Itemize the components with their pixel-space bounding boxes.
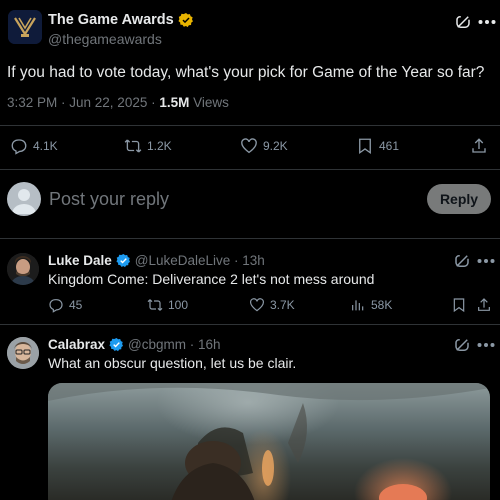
divider bbox=[0, 125, 500, 126]
tweet-views-label: Views bbox=[189, 95, 229, 110]
grok-button[interactable] bbox=[453, 252, 471, 270]
share-button[interactable] bbox=[476, 297, 492, 313]
views-count: 58K bbox=[371, 298, 393, 312]
share-icon bbox=[478, 298, 490, 311]
grok-button[interactable] bbox=[454, 13, 472, 31]
comment-header: Luke Dale @LukeDaleLive · 13h bbox=[48, 253, 265, 268]
tweet-view-count: 1.5M bbox=[159, 95, 190, 110]
grok-button[interactable] bbox=[453, 336, 471, 354]
repost-count: 1.2K bbox=[147, 139, 172, 153]
views-button[interactable]: 58K bbox=[350, 297, 392, 313]
share-icon bbox=[472, 138, 486, 153]
views-icon bbox=[352, 300, 364, 311]
grok-icon bbox=[455, 255, 469, 267]
more-icon bbox=[478, 20, 496, 24]
repost-button[interactable]: 1.2K bbox=[124, 137, 172, 155]
comment-media-image[interactable] bbox=[48, 383, 490, 500]
verified-badge-icon bbox=[178, 13, 193, 28]
verified-badge-icon bbox=[109, 337, 124, 352]
reply-count: 45 bbox=[69, 298, 83, 312]
divider bbox=[0, 238, 500, 239]
bookmark-icon bbox=[359, 138, 371, 155]
bookmark-button[interactable]: 461 bbox=[356, 137, 399, 155]
tweet-meta: 3:32 PM · Jun 22, 2025 · 1.5M Views bbox=[7, 95, 229, 110]
divider bbox=[0, 169, 500, 170]
tweet-text: If you had to vote today, what's your pi… bbox=[7, 64, 485, 81]
reply-icon bbox=[49, 299, 63, 313]
reply-input[interactable]: Post your reply bbox=[49, 189, 169, 210]
author-handle[interactable]: @thegameawards bbox=[48, 31, 162, 47]
grok-icon bbox=[456, 16, 470, 28]
game-scene-image bbox=[48, 383, 490, 500]
like-count: 9.2K bbox=[263, 139, 288, 153]
commenter-handle[interactable]: @LukeDaleLive · 13h bbox=[135, 253, 265, 268]
more-options-button[interactable] bbox=[478, 19, 496, 25]
repost-count: 100 bbox=[168, 298, 189, 312]
author-avatar[interactable] bbox=[8, 10, 42, 44]
commenter-name[interactable]: Luke Dale bbox=[48, 253, 112, 268]
repost-icon bbox=[124, 139, 142, 153]
comment-text: What an obscur question, let us be clair… bbox=[48, 355, 297, 371]
commenter-name[interactable]: Calabrax bbox=[48, 337, 105, 352]
commenter-avatar[interactable] bbox=[7, 253, 39, 285]
comment-text: Kingdom Come: Deliverance 2 let's not me… bbox=[48, 271, 375, 287]
like-icon bbox=[250, 298, 264, 312]
like-icon bbox=[241, 138, 257, 154]
bookmark-button[interactable] bbox=[451, 297, 467, 313]
grok-icon bbox=[455, 339, 469, 351]
reply-button[interactable]: 4.1K bbox=[10, 137, 58, 155]
author-name[interactable]: The Game Awards bbox=[48, 12, 174, 28]
tweet-timestamp[interactable]: 3:32 PM · Jun 22, 2025 · bbox=[7, 95, 159, 110]
repost-button[interactable]: 100 bbox=[147, 297, 188, 313]
share-button[interactable] bbox=[470, 137, 488, 155]
reply-count: 4.1K bbox=[33, 139, 58, 153]
commenter-photo bbox=[7, 337, 39, 369]
reply-submit-button[interactable]: Reply bbox=[427, 184, 491, 214]
game-awards-logo bbox=[8, 10, 42, 44]
comment-header: Calabrax @cbgmm · 16h bbox=[48, 337, 221, 352]
more-options-button[interactable] bbox=[477, 342, 495, 348]
commenter-photo bbox=[7, 253, 39, 285]
author-name-row[interactable]: The Game Awards bbox=[48, 12, 194, 28]
like-button[interactable]: 3.7K bbox=[249, 297, 295, 313]
reply-button[interactable]: 45 bbox=[48, 297, 82, 313]
more-icon bbox=[477, 343, 495, 347]
more-options-button[interactable] bbox=[477, 258, 495, 264]
repost-icon bbox=[147, 299, 163, 311]
reply-icon bbox=[11, 139, 27, 155]
bookmark-icon bbox=[453, 298, 465, 313]
commenter-handle[interactable]: @cbgmm · 16h bbox=[128, 337, 220, 352]
more-icon bbox=[477, 259, 495, 263]
commenter-avatar[interactable] bbox=[7, 337, 39, 369]
bookmark-count: 461 bbox=[379, 139, 400, 153]
like-button[interactable]: 9.2K bbox=[240, 137, 288, 155]
divider bbox=[0, 324, 500, 325]
current-user-avatar[interactable] bbox=[7, 182, 41, 216]
verified-badge-icon bbox=[116, 253, 130, 268]
like-count: 3.7K bbox=[270, 298, 295, 312]
default-avatar-icon bbox=[12, 189, 36, 214]
